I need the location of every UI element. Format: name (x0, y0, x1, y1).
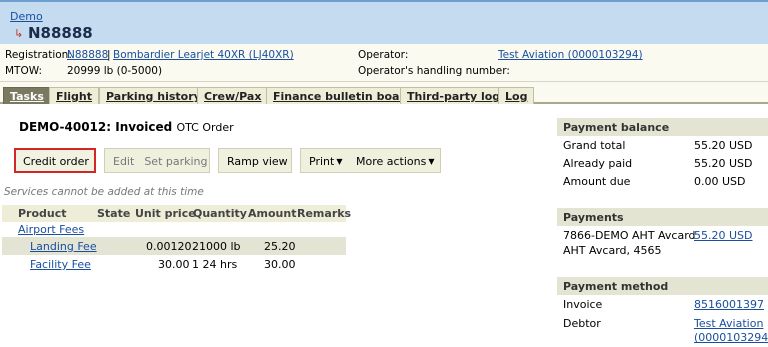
col-unit-price: Unit price (135, 207, 196, 220)
amount-due-value: 0.00 USD (694, 175, 746, 188)
already-paid-value: 55.20 USD (694, 157, 753, 170)
caret-down-icon: ▼ (336, 157, 343, 166)
services-note: Services cannot be added at this time (4, 186, 204, 198)
tab-label: Finance bulletin board (273, 90, 413, 103)
tab-label: Crew/Pax (204, 90, 262, 103)
tab-label: Third-party log (407, 90, 501, 103)
payment-balance-header: Payment balance (557, 118, 768, 136)
edit-button-group: Edit Set parking (104, 148, 210, 173)
breadcrumb-demo[interactable]: Demo (10, 10, 43, 23)
set-parking-button[interactable]: Set parking (144, 155, 207, 168)
invoice-label: Invoice (563, 298, 603, 311)
tab-tasks[interactable]: Tasks (3, 87, 51, 104)
aircraft-info: Registration: N88888 | Bombardier Learje… (0, 44, 768, 82)
unit-price: 0.00120 (146, 240, 192, 253)
product-link[interactable]: Landing Fee (30, 240, 97, 253)
tab-flight[interactable]: Flight (49, 87, 100, 104)
page-title: N88888 (28, 24, 93, 42)
col-state: State (97, 207, 131, 220)
grand-total-label: Grand total (563, 139, 626, 152)
hierarchy-arrow-icon: ↳ (14, 27, 24, 40)
tab-label: Log (505, 90, 528, 103)
handling-number-label: Operator's handling number: (358, 65, 510, 77)
tab-bar: Tasks Flight Parking history Crew/Pax Fi… (0, 82, 768, 104)
tab-log[interactable]: Log (498, 87, 535, 104)
payments-header: Payments (557, 208, 768, 226)
quantity: 1 24 hrs (192, 258, 238, 271)
credit-order-button[interactable]: Credit order (14, 148, 96, 173)
mtow-label: MTOW: (5, 65, 43, 77)
separator: | (107, 49, 111, 61)
tab-label: Flight (56, 90, 93, 103)
caret-down-icon: ▼ (428, 157, 435, 166)
tab-parking-history[interactable]: Parking history (99, 87, 208, 104)
tab-label: Tasks (10, 90, 44, 103)
col-amount: Amount (248, 207, 297, 220)
print-button-group: Print ▼ More actions ▼ (300, 148, 441, 173)
registration-link[interactable]: N88888 (67, 49, 108, 61)
amount-due-label: Amount due (563, 175, 631, 188)
more-actions-label: More actions (355, 155, 427, 168)
tab-label: Parking history (106, 90, 201, 103)
table-row: Facility Fee 30.00 1 24 hrs 30.00 (2, 255, 346, 273)
invoice-link[interactable]: 8516001397 (694, 298, 764, 311)
order-title: DEMO-40012: Invoiced OTC Order (19, 120, 234, 134)
quantity: 21000 lb (192, 240, 241, 253)
order-type: OTC Order (176, 121, 234, 134)
tab-finance-bulletin-board[interactable]: Finance bulletin board (266, 87, 420, 104)
amount: 30.00 (264, 258, 296, 271)
payment-line-2: AHT Avcard, 4565 (563, 244, 662, 257)
mtow-value: 20999 lb (0-5000) (67, 65, 163, 77)
table-header: Product State Unit price Quantity Amount… (2, 205, 351, 222)
debtor-id-link[interactable]: (0000103294) (694, 331, 768, 344)
product-link[interactable]: Facility Fee (30, 258, 91, 271)
registration-label: Registration: (5, 49, 72, 61)
col-remarks: Remarks (297, 207, 352, 220)
group-airport-fees[interactable]: Airport Fees (18, 223, 84, 236)
table-row: Landing Fee 0.00120 21000 lb 25.20 (2, 237, 346, 255)
payment-method-header: Payment method (557, 277, 768, 295)
debtor-label: Debtor (563, 317, 601, 330)
grand-total-value: 55.20 USD (694, 139, 753, 152)
payment-line-1: 7866-DEMO AHT Avcard (563, 229, 696, 242)
print-button[interactable]: Print ▼ (309, 155, 342, 168)
ramp-view-button[interactable]: Ramp view (218, 148, 292, 173)
debtor-link[interactable]: Test Aviation (694, 317, 763, 330)
tab-crew-pax[interactable]: Crew/Pax (197, 87, 269, 104)
col-quantity: Quantity (193, 207, 247, 220)
print-label: Print (309, 155, 335, 168)
tab-third-party-log[interactable]: Third-party log (400, 87, 508, 104)
aircraft-model-link[interactable]: Bombardier Learjet 40XR (LJ40XR) (113, 49, 294, 61)
order-status: DEMO-40012: Invoiced (19, 120, 173, 134)
payment-amount-link[interactable]: 55.20 USD (694, 229, 753, 242)
more-actions-button[interactable]: More actions ▼ (356, 155, 435, 168)
page-header: Demo ↳ N88888 (0, 0, 768, 44)
operator-label: Operator: (358, 49, 409, 61)
edit-button[interactable]: Edit (113, 155, 134, 168)
operator-link[interactable]: Test Aviation (0000103294) (498, 49, 643, 61)
unit-price: 30.00 (158, 258, 190, 271)
already-paid-label: Already paid (563, 157, 633, 170)
amount: 25.20 (264, 240, 296, 253)
col-product: Product (18, 207, 67, 220)
